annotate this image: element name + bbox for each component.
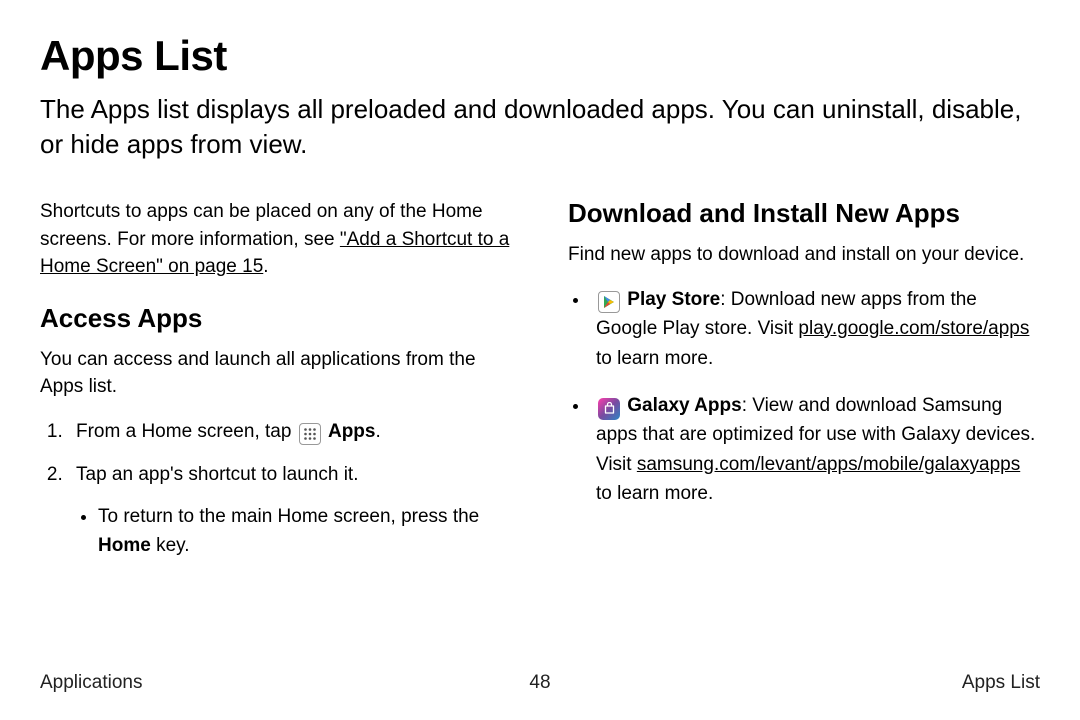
- apps-label: Apps: [328, 421, 376, 442]
- step-1-text-pre: From a Home screen, tap: [76, 421, 297, 442]
- play-store-bullet: Play Store: Download new apps from the G…: [590, 285, 1040, 373]
- home-key-label: Home: [98, 535, 151, 556]
- download-bullets: Play Store: Download new apps from the G…: [568, 285, 1040, 509]
- galaxy-apps-text2: to learn more.: [596, 483, 713, 504]
- galaxy-apps-bullet: Galaxy Apps: View and download Samsung a…: [590, 391, 1040, 509]
- footer-section-label: Applications: [40, 672, 142, 694]
- galaxy-apps-icon: [598, 398, 620, 420]
- shortcuts-text-post: .: [263, 256, 268, 277]
- footer-page-number: 48: [529, 672, 550, 694]
- left-column: Shortcuts to apps can be placed on any o…: [40, 198, 512, 574]
- galaxy-apps-link[interactable]: samsung.com/levant/apps/mobile/galaxyapp…: [637, 454, 1020, 475]
- shortcuts-paragraph: Shortcuts to apps can be placed on any o…: [40, 198, 512, 281]
- right-column: Download and Install New Apps Find new a…: [568, 198, 1040, 574]
- step-2-subitem: To return to the main Home screen, press…: [98, 502, 512, 561]
- download-heading: Download and Install New Apps: [568, 198, 1040, 229]
- step-2: Tap an app's shortcut to launch it. To r…: [68, 460, 512, 560]
- galaxy-apps-name: Galaxy Apps: [627, 395, 741, 416]
- access-apps-heading: Access Apps: [40, 303, 512, 334]
- play-store-name: Play Store: [627, 289, 720, 310]
- page-intro: The Apps list displays all preloaded and…: [40, 92, 1040, 162]
- play-store-text2: to learn more.: [596, 348, 713, 369]
- apps-icon: [299, 423, 321, 445]
- play-store-icon: [598, 291, 620, 313]
- access-steps-list: From a Home screen, tap Apps. Tap an app…: [40, 417, 512, 561]
- step-2-sublist: To return to the main Home screen, press…: [76, 502, 512, 561]
- content-columns: Shortcuts to apps can be placed on any o…: [40, 198, 1040, 574]
- step-2-sub-post: key.: [151, 535, 190, 556]
- step-1: From a Home screen, tap Apps.: [68, 417, 512, 446]
- footer-topic-label: Apps List: [962, 672, 1040, 694]
- step-2-sub-pre: To return to the main Home screen, press…: [98, 506, 479, 527]
- step-1-text-post: .: [375, 421, 380, 442]
- step-2-text: Tap an app's shortcut to launch it.: [76, 464, 358, 485]
- play-store-link[interactable]: play.google.com/store/apps: [798, 318, 1029, 339]
- page-title: Apps List: [40, 32, 1040, 80]
- page-footer: Applications 48 Apps List: [40, 672, 1040, 694]
- download-paragraph: Find new apps to download and install on…: [568, 241, 1040, 269]
- access-apps-paragraph: You can access and launch all applicatio…: [40, 346, 512, 401]
